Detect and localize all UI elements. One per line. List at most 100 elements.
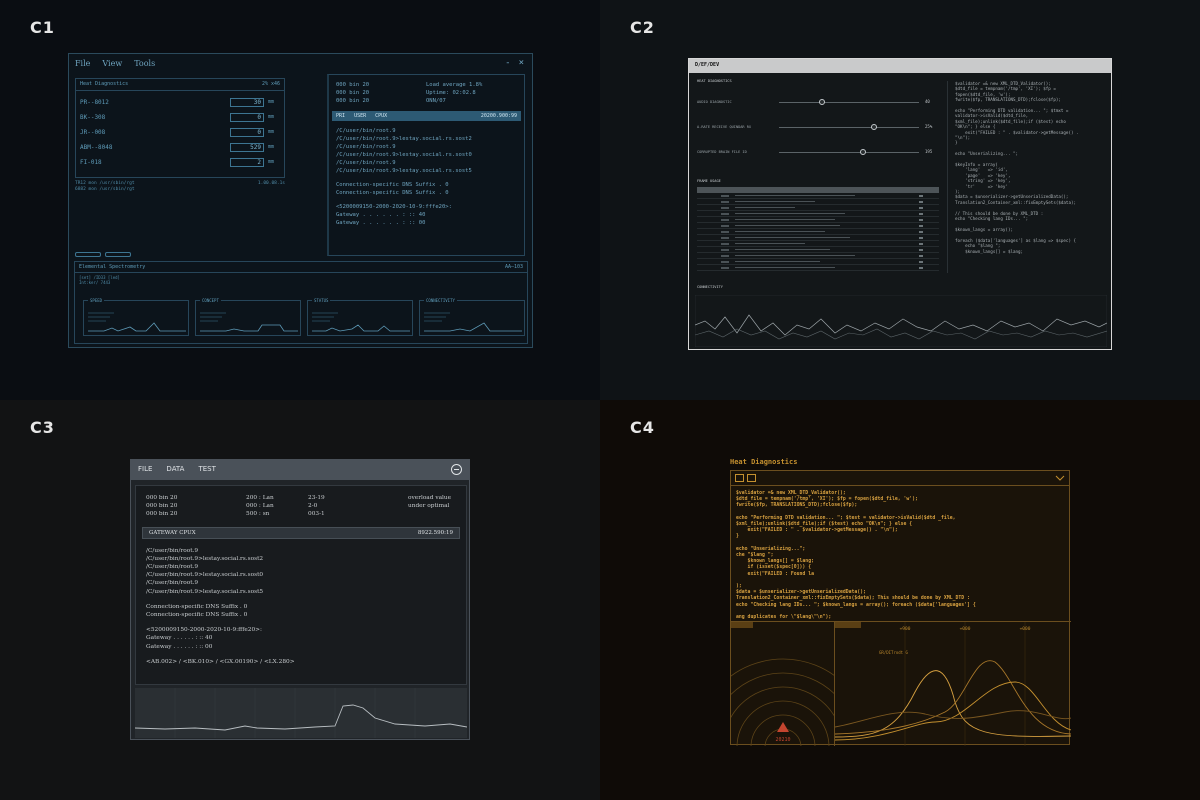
- pill-button[interactable]: [105, 252, 131, 257]
- bottom-sub-line: Int:ker/ 7443: [79, 280, 111, 285]
- field-input[interactable]: 0: [230, 127, 264, 137]
- mini-sparkline: [200, 312, 298, 332]
- radar-graph: 20210: [731, 622, 834, 746]
- c4-toolbar: [731, 471, 1069, 486]
- minimize-circle-icon[interactable]: [451, 464, 462, 475]
- slider-quindar[interactable]: [779, 124, 919, 130]
- mini-title: STATUS: [312, 298, 331, 303]
- frame-usage-table: [697, 187, 939, 271]
- mini-graph-concept: CONCEPT: [195, 298, 301, 336]
- plot-tick: +000: [1020, 626, 1031, 632]
- grid-cell: 23-19: [308, 495, 325, 501]
- quadrant-label: C1: [30, 18, 55, 37]
- menu-view[interactable]: View: [102, 59, 122, 68]
- grid-cell: 500 : sn: [246, 511, 270, 518]
- field-input[interactable]: 30: [230, 97, 264, 107]
- chevron-down-icon[interactable]: [1055, 474, 1065, 482]
- connectivity-graph: [695, 295, 1107, 347]
- plot-tick: +000: [960, 626, 971, 632]
- stat-left: 000 bin 20: [336, 98, 370, 104]
- ipv6-line: <5200009150-2000-2020-10-9:fffe20>:: [146, 627, 262, 634]
- square-button-icon[interactable]: [747, 474, 756, 482]
- radar-value: 20210: [775, 737, 790, 743]
- field-row: JR--008 0 mm: [80, 127, 280, 137]
- close-button[interactable]: ×: [519, 58, 524, 68]
- mini-title: SPEED: [88, 298, 105, 303]
- field-label: BK--308: [80, 113, 106, 121]
- slider-label: CORRUPTED BRAIN FILE ID: [697, 150, 747, 154]
- wave-plot-panel: +900 +000 +000 GR/DITrodt G: [835, 621, 1071, 746]
- slider-label: A-RATE RECEIVE QUINDAR RX: [697, 125, 752, 129]
- field-unit: mm: [268, 114, 275, 120]
- menu-tools[interactable]: Tools: [134, 59, 155, 68]
- dns-line: Connection-specific DNS Suffix . 0: [146, 612, 248, 619]
- mini-graph-speed: SPEED: [83, 298, 189, 336]
- stat-right: Load average 1.8%: [426, 82, 483, 88]
- slider-knob[interactable]: [871, 124, 877, 130]
- bottom-meta: AA—103: [504, 264, 523, 270]
- mini-sparkline: [88, 312, 186, 332]
- window-title: D/EF/DEV: [689, 59, 1111, 73]
- c4-title: Heat Diagnostics: [730, 458, 798, 466]
- bar-right: 8922.590:19: [417, 529, 453, 536]
- mini-title: CONCEPT: [200, 298, 221, 303]
- window-controls: - ×: [505, 58, 524, 68]
- square-button-icon[interactable]: [735, 474, 744, 482]
- path-line: /C/user/bin/root.9: [336, 160, 396, 166]
- field-unit: mm: [268, 159, 275, 165]
- slider-knob[interactable]: [819, 99, 825, 105]
- stat-left: 000 bin 20: [336, 90, 370, 96]
- path-line: /C/user/bin/root.9>lestay.social.rs.sost…: [146, 555, 264, 562]
- field-input[interactable]: 0: [230, 112, 264, 122]
- grid-cell: [408, 510, 478, 518]
- terminal-panel: 000 bin 20 Load average 1.8% 000 bin 20 Up…: [327, 74, 525, 256]
- field-unit: mm: [268, 129, 275, 135]
- field-label: PR--8012: [80, 98, 109, 106]
- field-row: BK--308 0 mm: [80, 112, 280, 122]
- process-time: 20200.900:99: [480, 113, 517, 119]
- pill-buttons: [75, 252, 131, 257]
- code-line: $known_langs[] = $lang;: [955, 248, 1024, 254]
- c4-window: $validator =& new XML_DTD_Validator(); $d…: [730, 470, 1071, 746]
- dns-line: Connection-specific DNS Suffix . 0: [336, 182, 449, 188]
- slider-audio[interactable]: [779, 99, 919, 105]
- path-line: /C/user/bin/root.9>lestay.social.rs.sost…: [336, 168, 472, 174]
- pill-button[interactable]: [75, 252, 101, 257]
- quadrant-label: C4: [630, 418, 655, 437]
- c3-window: FILE DATA TEST 000 bin 20 200 : Lan 23-1…: [130, 459, 470, 740]
- field-input[interactable]: 2: [230, 157, 264, 167]
- quadrant-c3: C3 FILE DATA TEST 000 bin 20 200 : Lan 2…: [0, 400, 600, 800]
- table-row: [697, 265, 939, 271]
- field-label: JR--008: [80, 128, 106, 136]
- menu-file[interactable]: FILE: [138, 465, 152, 475]
- dns-line: Connection-specific DNS Suffix . 0: [336, 190, 449, 196]
- terminal-output: 000 bin 20 200 : Lan 23-19 overload valu…: [135, 485, 467, 685]
- warning-triangle-icon: [777, 722, 789, 732]
- bottom-title: Elemental Spectrometry: [79, 264, 146, 270]
- field-label: ABM--8048: [80, 143, 113, 151]
- minimize-button[interactable]: -: [505, 58, 510, 68]
- panel-title: Heat Diagnostics: [80, 81, 129, 87]
- slider-knob[interactable]: [860, 149, 866, 155]
- path-line: /C/user/bin/root.9: [146, 564, 199, 571]
- gateway-line: Gateway . . . . . . : :: 00: [146, 643, 213, 650]
- slider-value: 40: [925, 99, 930, 104]
- path-line: /C/user/bin/root.9>lestay.social.rs.sost…: [336, 152, 472, 158]
- code-block: $validator =& new XML_DTD_Validator(); $d…: [736, 491, 1066, 621]
- menu-file[interactable]: File: [75, 59, 90, 68]
- menu-test[interactable]: TEST: [198, 465, 215, 475]
- grid-cell: 2-0: [308, 503, 318, 510]
- heat-diagnostics-panel: Heat Diagnostics 2% x46 PR--8012 30 mm B…: [75, 78, 285, 178]
- wave-plot: +900 +000 +000 GR/DITrodt G: [835, 622, 1071, 746]
- gateway-line: Gateway . . . . . . : :: 40: [336, 212, 426, 218]
- stat-right: ONN/07: [426, 98, 446, 104]
- quadrant-c1: C1 File View Tools - × Heat Diagnostics …: [0, 0, 600, 400]
- plot-note: GR/DITrodt G: [879, 650, 908, 655]
- menu-data[interactable]: DATA: [166, 465, 184, 475]
- section-title: HEAT DIAGNOSTICS: [697, 79, 732, 83]
- menu-bar: File View Tools: [75, 59, 155, 68]
- grid-cell: 200 : Lan: [246, 495, 274, 501]
- slider-brain-file[interactable]: [779, 149, 919, 155]
- field-input[interactable]: 529: [230, 142, 264, 152]
- process-header-bar: PRI USER CPUX 20200.900:99: [332, 111, 521, 121]
